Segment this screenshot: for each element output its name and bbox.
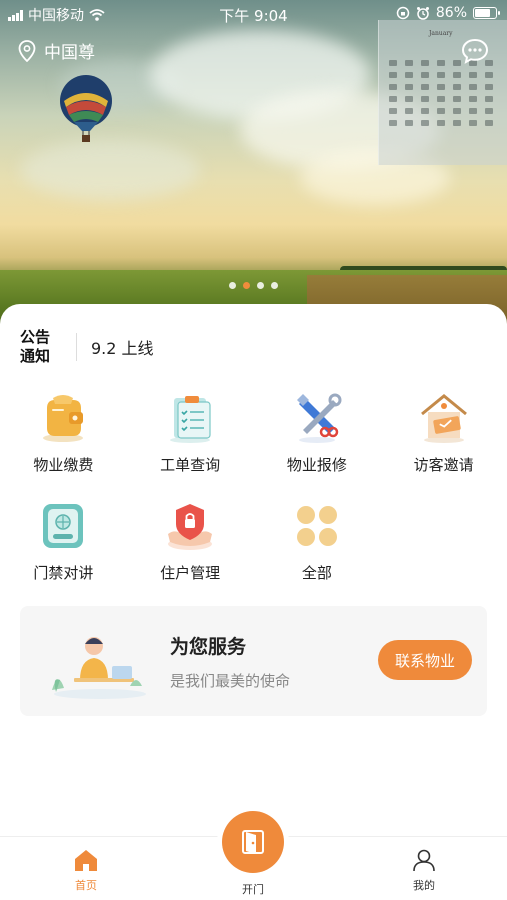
calendar-grid: [389, 60, 501, 126]
status-bar: 中国移动 下午 9:04 86%: [0, 0, 507, 28]
work-order-icon: [170, 396, 211, 443]
service-resident-management[interactable]: 住户管理: [127, 498, 254, 592]
banner-cloud: [20, 140, 200, 200]
all-services-icon: [296, 506, 337, 546]
service-work-order[interactable]: 工单查询: [127, 390, 254, 484]
bottom-tab-bar: 首页 开门 我的: [0, 811, 507, 900]
service-all[interactable]: 全部: [254, 498, 381, 592]
visitor-invite-icon: [420, 394, 467, 443]
customer-service-illustration: [52, 637, 146, 699]
service-label: 物业报修: [286, 456, 347, 474]
service-label: 门禁对讲: [33, 564, 94, 582]
location-name: 中国尊: [44, 43, 95, 63]
repair-icon: [296, 393, 342, 443]
announcement-text: 9.2 上线: [91, 339, 154, 358]
tab-mine-label: 我的: [413, 879, 435, 892]
home-icon: [75, 850, 97, 871]
tab-mine[interactable]: 我的: [396, 847, 452, 893]
service-access-intercom[interactable]: 门禁对讲: [0, 498, 127, 592]
contact-property-button[interactable]: 联系物业: [378, 640, 472, 680]
rotation-lock-icon: [396, 6, 410, 20]
alarm-icon: [416, 7, 429, 20]
hot-air-balloon-image: [60, 75, 112, 142]
announcement-label: 公告 通知: [20, 328, 51, 365]
access-intercom-icon: [43, 504, 84, 548]
service-repair[interactable]: 物业报修: [254, 390, 381, 484]
carousel-dots: [0, 282, 507, 289]
open-door-label: 开门: [242, 883, 264, 896]
service-label: 访客邀请: [413, 456, 474, 474]
carousel-dot[interactable]: [271, 282, 278, 289]
service-label: 物业缴费: [33, 456, 94, 474]
battery-icon: [473, 7, 500, 19]
carousel-dot-active[interactable]: [243, 282, 250, 289]
door-icon: [242, 830, 264, 854]
user-icon: [413, 849, 435, 872]
service-label: 全部: [301, 564, 332, 582]
tab-home-label: 首页: [75, 879, 97, 892]
calendar-month: January: [429, 30, 453, 37]
payment-icon: [43, 395, 84, 442]
announcement-bar[interactable]: 公告 通知 9.2 上线: [20, 326, 154, 368]
tab-home[interactable]: 首页: [58, 847, 114, 893]
service-title: 为您服务: [170, 636, 247, 658]
resident-management-icon: [168, 504, 213, 550]
battery-fill: [475, 9, 491, 17]
service-label: 住户管理: [160, 564, 221, 582]
service-label: 工单查询: [160, 456, 221, 474]
battery-percent: 86%: [435, 5, 467, 21]
announcement-divider: [76, 333, 77, 361]
carousel-dot[interactable]: [257, 282, 264, 289]
location-pin-icon: [18, 39, 36, 62]
location-selector[interactable]: 中国尊: [18, 38, 95, 63]
service-subtitle: 是我们最美的使命: [170, 672, 291, 690]
carousel-dot[interactable]: [229, 282, 236, 289]
message-icon[interactable]: [461, 38, 489, 64]
status-right: 86%: [396, 5, 500, 21]
service-grid: 物业缴费 工单查询 物业报修 访客邀请 门禁对讲 住户管理 全部: [0, 390, 507, 592]
open-door-button[interactable]: [222, 811, 284, 873]
service-payment[interactable]: 物业缴费: [0, 390, 127, 484]
service-visitor-invite[interactable]: 访客邀请: [380, 390, 507, 484]
service-promo-card: 为您服务 是我们最美的使命 联系物业: [20, 606, 487, 716]
